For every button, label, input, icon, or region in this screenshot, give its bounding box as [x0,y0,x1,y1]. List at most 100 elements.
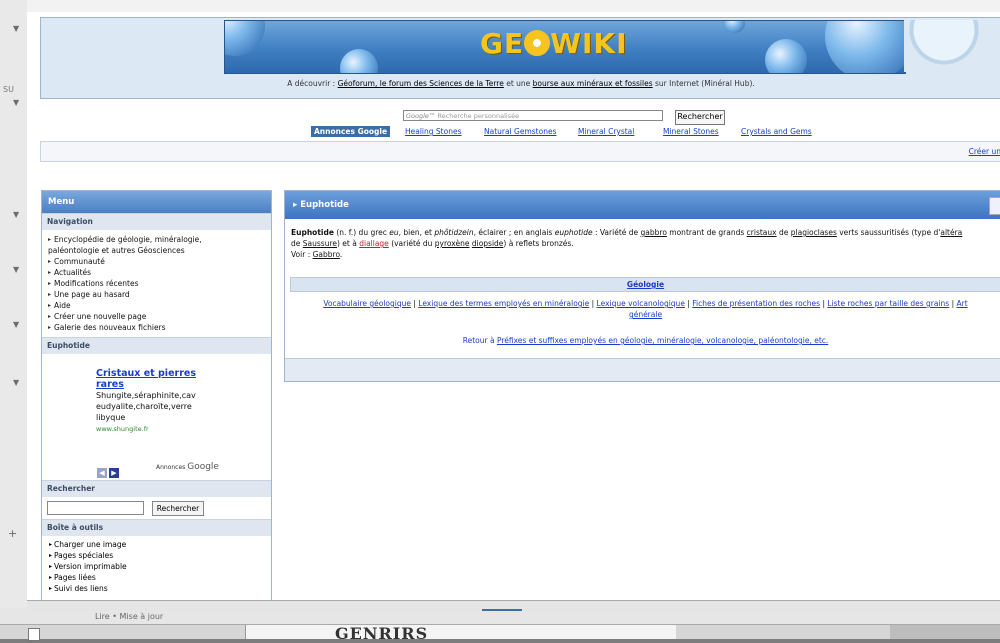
scroll-indicator[interactable] [482,609,522,611]
category-box: Géologie Vocabulaire géologique | Lexiqu… [290,277,1000,345]
gabbro-see-link[interactable]: Gabbro [313,250,340,259]
edit-button[interactable] [989,197,1000,215]
header-right-bg [904,20,1000,72]
tool-item[interactable]: Charger une image [49,539,271,550]
web-page: GE WIKI A découvrir : Géoforum, le forum … [27,12,1000,600]
tools-list: Charger une image Pages spéciales Versio… [42,536,271,594]
browser-window: GE WIKI A découvrir : Géoforum, le forum … [27,0,1000,611]
navigation-list: Encyclopédie de géologie, minéralogie,pa… [42,230,271,337]
retour-line: Retour à Préfixes et suffixes employés e… [462,336,829,345]
geoforum-link[interactable]: Géoforum, le forum des Sciences de la Te… [338,79,504,88]
nav-item[interactable]: Modifications récentes [48,278,271,289]
ad-text: libyque [96,413,126,422]
nav-item[interactable]: Aide [48,300,271,311]
prev-arrow-icon[interactable]: ◀ [97,468,107,478]
nav-item[interactable]: Actualités [48,267,271,278]
sidebar: Menu Navigation Encyclopédie de géologie… [41,190,272,600]
sidebar-heading-tools: Boîte à outils [42,519,271,536]
background-panel [245,625,676,639]
alteration-link[interactable]: altéra [940,228,962,237]
disclosure-triangle-icon[interactable]: ▼ [13,210,19,219]
next-arrow-icon[interactable]: ▶ [109,468,119,478]
category-link[interactable]: Lexique volcanologique [597,299,685,308]
sidebar-heading-navigation: Navigation [42,213,271,230]
category-link[interactable]: Fiches de présentation des roches [692,299,820,308]
site-header: GE WIKI A découvrir : Géoforum, le forum … [40,17,1000,99]
saussure-link[interactable]: Saussure [303,239,337,248]
background-window-left: ▼ SU ▼ ▼ ▼ ▼ ▼ + [0,0,28,639]
create-account-link[interactable]: Créer un [969,147,1000,156]
background-status-text: Lire • Mise à jour [95,612,164,621]
category-link[interactable]: Lexique des termes employés en minéralog… [418,299,589,308]
nav-item[interactable]: Une page au hasard [48,289,271,300]
sidebar-heading-search: Rechercher [42,480,271,497]
geowiki-logo: GE WIKI [480,27,628,60]
bubble-decoration [725,21,745,33]
disclosure-triangle-icon[interactable]: ▼ [13,24,19,33]
category-link[interactable]: Vocabulaire géologique [323,299,411,308]
pyroxene-link[interactable]: pyroxène [435,239,470,248]
ad-link[interactable]: Mineral Crystal [578,127,634,136]
tool-item[interactable]: Pages liées [49,572,271,583]
background-dock-area: Lire • Mise à jour GENRIRS [0,608,1000,643]
header-left-bg [41,20,224,72]
header-tagline: A découvrir : Géoforum, le forum des Sci… [287,79,755,88]
ad-title[interactable]: rares [96,379,221,390]
ads-by-google[interactable]: Annonces Google [156,462,219,472]
sidebar-search: Rechercher [42,497,271,519]
ad-link[interactable]: Crystals and Gems [741,127,812,136]
sidebar-search-input[interactable] [47,501,144,515]
article-panel: ▸ Euphotide Euphotide (n. f.) du grec eu… [284,190,1000,382]
ad-text: Shungite,séraphinite,cav [96,391,196,400]
ad-text: eudyalite,charoïte,verre [96,402,192,411]
cristaux-link[interactable]: cristaux [747,228,777,237]
category-heading[interactable]: Géologie [290,277,1000,292]
ad-link[interactable]: Natural Gemstones [484,127,557,136]
site-logo-banner[interactable]: GE WIKI [224,20,906,74]
category-link[interactable]: générale [629,310,662,319]
add-icon[interactable]: + [8,527,17,540]
article-title: Euphotide [300,200,349,210]
ad-link[interactable]: Mineral Stones [663,127,719,136]
bourse-link[interactable]: bourse aux minéraux et fossiles [533,79,653,88]
gabbro-link[interactable]: gabbro [641,228,667,237]
disclosure-triangle-icon[interactable]: ▼ [13,378,19,387]
sidebar-search-button[interactable]: Rechercher [152,501,204,516]
google-search-button[interactable]: Rechercher [675,110,725,125]
sidebar-heading-page: Euphotide [42,337,271,354]
nav-item[interactable]: Créer une nouvelle page [48,311,271,322]
nav-item[interactable]: Communauté [48,256,271,267]
sidebar-ad: Cristaux et pierres rares Shungite,sérap… [42,354,271,480]
info-bar: Créer un [40,141,1000,162]
sidebar-title: Menu [42,191,271,213]
background-panel [890,625,1000,639]
diallage-link[interactable]: diallage [359,239,389,248]
diopside-link[interactable]: diopside [472,239,504,248]
article-title-bar: ▸ Euphotide [285,191,1000,219]
tool-item[interactable]: Version imprimable [49,561,271,572]
ad-link[interactable]: Healing Stones [405,127,461,136]
category-link[interactable]: Liste roches par taille des grains [827,299,949,308]
category-link[interactable]: Art [957,299,968,308]
nav-item[interactable]: Galerie des nouveaux fichiers [48,322,271,333]
disclosure-triangle-icon[interactable]: ▼ [13,265,19,274]
tool-item[interactable]: Pages spéciales [49,550,271,561]
background-checkbox [28,628,40,641]
plagioclases-link[interactable]: plagioclases [791,228,837,237]
ads-label[interactable]: Annonces Google [311,126,391,137]
disclosure-triangle-icon[interactable]: ▼ [13,98,19,107]
tool-item[interactable]: Suivi des liens [49,583,271,594]
ad-url[interactable]: www.shungite.fr [96,425,221,433]
nav-item[interactable]: Encyclopédie de géologie, minéralogie,pa… [48,234,271,256]
google-search-input[interactable]: Google™ Recherche personnalisée [403,110,663,121]
bubble-decoration [825,21,905,73]
article-footer [285,358,1000,381]
background-heading-text: GENRIRS [335,624,429,643]
background-label: SU [3,85,14,94]
retour-link[interactable]: Préfixes et suffixes employés en géologi… [497,336,828,345]
ad-nav: ◀ ▶ [97,460,121,479]
bubble-decoration [225,21,265,56]
disclosure-triangle-icon[interactable]: ▼ [13,320,19,329]
ad-title[interactable]: Cristaux et pierres [96,368,221,379]
category-links: Vocabulaire géologique | Lexique des ter… [323,299,968,319]
